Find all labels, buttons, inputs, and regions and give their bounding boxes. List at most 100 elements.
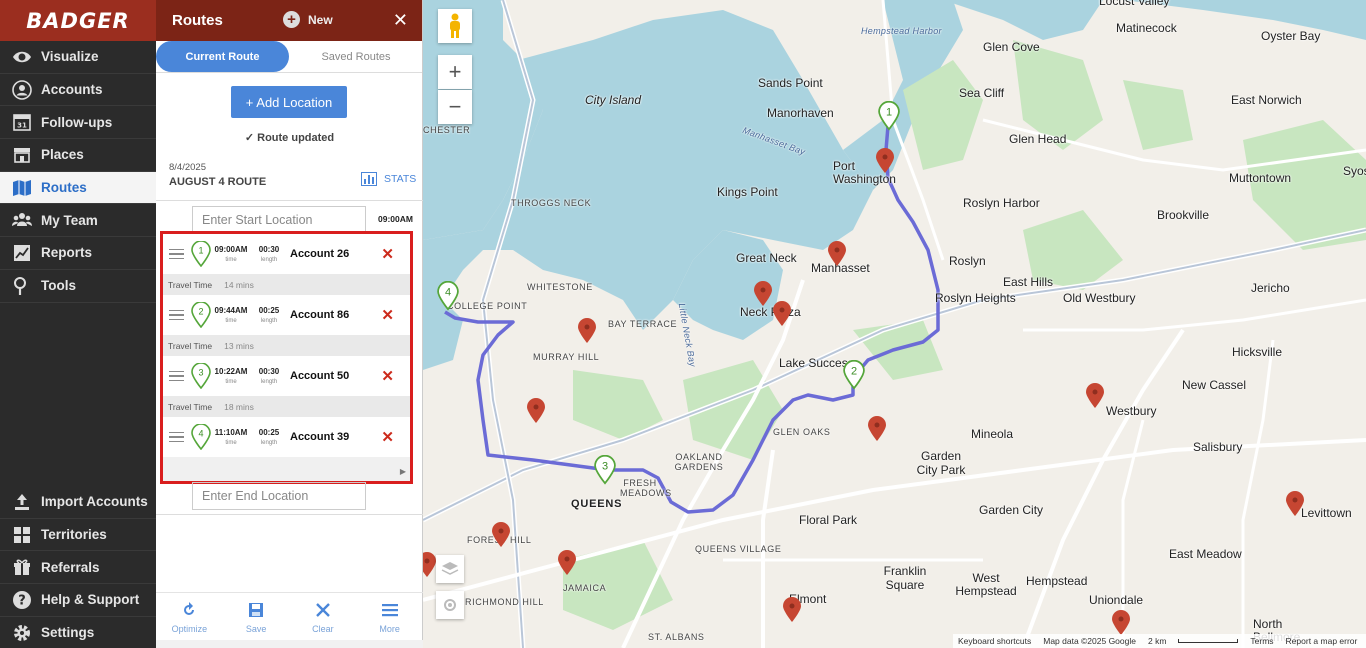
nav-item-follow-ups[interactable]: 31 Follow-ups (0, 106, 156, 140)
time-caption: time (225, 440, 237, 446)
account-pin-icon[interactable] (875, 148, 895, 174)
stop-name[interactable]: Account 86 (290, 309, 381, 321)
stop-row[interactable]: 3 10:22AM time 00:30 length Account 50 ✕ (163, 356, 410, 396)
remove-stop-icon[interactable]: ✕ (381, 306, 394, 324)
nav-item-reports[interactable]: Reports (0, 237, 156, 270)
nav-label: My Team (41, 212, 98, 228)
tab-current-route[interactable]: Current Route (156, 41, 289, 72)
my-location-icon[interactable] (436, 591, 464, 619)
plus-circle-icon: + (283, 11, 300, 28)
map-label: New Cassel (1182, 378, 1247, 392)
end-location-input[interactable]: Enter End Location (192, 482, 366, 510)
add-location-button[interactable]: + Add Location (231, 86, 347, 118)
map-label: Hempstead (1026, 574, 1088, 588)
svg-text:2: 2 (198, 307, 203, 317)
nav-item-accounts[interactable]: Accounts (0, 74, 156, 107)
stop-name[interactable]: Account 26 (290, 248, 381, 260)
close-icon[interactable]: ✕ (393, 10, 408, 31)
account-pin-icon[interactable] (782, 597, 802, 623)
account-pin-icon[interactable] (827, 241, 847, 267)
panel-title: Routes (172, 12, 223, 29)
svg-text:31: 31 (17, 122, 27, 130)
gift-icon (11, 556, 33, 578)
more-button[interactable]: More (356, 593, 423, 640)
remove-stop-icon[interactable]: ✕ (381, 367, 394, 385)
nav-item-places[interactable]: Places (0, 139, 156, 172)
remove-stop-icon[interactable]: ✕ (381, 245, 394, 263)
nav-item-help-support[interactable]: ? Help & Support (0, 584, 156, 617)
account-pin-icon[interactable] (1111, 610, 1131, 636)
stop-name[interactable]: Account 50 (290, 370, 381, 382)
map-view[interactable]: Locust Valley Matinecock Oyster Bay Hemp… (423, 0, 1366, 648)
zoom-in-button[interactable]: + (438, 55, 472, 89)
stop-row[interactable]: 4 11:10AM time 00:25 length Account 39 ✕ (163, 417, 410, 457)
account-pin-icon[interactable] (557, 550, 577, 576)
stats-button[interactable]: STATS (361, 172, 416, 186)
nav-item-visualize[interactable]: Visualize (0, 41, 156, 74)
drag-handle-icon[interactable] (169, 248, 184, 260)
terms-link[interactable]: Terms (1250, 636, 1273, 646)
drag-handle-icon[interactable] (169, 370, 184, 382)
nav-item-my-team[interactable]: My Team (0, 204, 156, 238)
keyboard-shortcuts-link[interactable]: Keyboard shortcuts (958, 636, 1031, 646)
stop-row[interactable]: 1 09:00AM time 00:30 length Account 26 ✕ (163, 234, 410, 274)
remove-stop-icon[interactable]: ✕ (381, 428, 394, 446)
route-stop-pin-1[interactable]: 1 (878, 101, 900, 131)
report-error-link[interactable]: Report a map error (1286, 636, 1358, 646)
map-data-text: Map data ©2025 Google (1043, 636, 1136, 646)
stop-name[interactable]: Account 39 (290, 431, 381, 443)
save-button[interactable]: Save (223, 593, 290, 640)
account-pin-icon[interactable] (753, 281, 773, 307)
account-pin-icon[interactable] (1085, 383, 1105, 409)
travel-time-row: Travel Time 14 mins (163, 274, 410, 295)
drag-handle-icon[interactable] (169, 431, 184, 443)
account-pin-icon[interactable] (423, 552, 437, 578)
scale-label[interactable]: 2 km (1148, 636, 1166, 646)
map-label: ST. ALBANS (648, 632, 705, 642)
account-pin-icon[interactable] (772, 301, 792, 327)
tab-saved-routes[interactable]: Saved Routes (296, 41, 416, 72)
zoom-out-button[interactable]: − (438, 90, 472, 124)
app-root: BADGER Visualize Accounts 31 Follow-ups … (0, 0, 1366, 648)
start-location-input[interactable]: Enter Start Location (192, 206, 366, 234)
clear-button[interactable]: Clear (290, 593, 357, 640)
map-label: Manorhaven (767, 106, 834, 120)
clear-label: Clear (312, 623, 334, 634)
nav-item-referrals[interactable]: Referrals (0, 551, 156, 585)
scroll-right-icon[interactable]: ▶ (400, 467, 406, 476)
new-route-button[interactable]: + New (283, 11, 333, 28)
gear-icon (11, 622, 33, 644)
length-caption: length (260, 379, 278, 385)
route-stop-pin-2[interactable]: 2 (843, 360, 865, 390)
layers-icon[interactable] (436, 555, 464, 583)
stop-row[interactable]: 2 09:44AM time 00:25 length Account 86 ✕ (163, 295, 410, 335)
new-label: New (308, 12, 333, 27)
street-view-pegman-icon[interactable] (438, 9, 472, 43)
optimize-label: Optimize (171, 623, 208, 634)
nav-item-routes[interactable]: Routes (0, 171, 156, 205)
route-stop-pin-4[interactable]: 4 (437, 281, 459, 311)
route-status: ✓ Route updated (156, 131, 423, 144)
account-pin-icon[interactable] (491, 522, 511, 548)
optimize-button[interactable]: Optimize (156, 593, 223, 640)
map-icon (11, 177, 33, 199)
nav-item-territories[interactable]: Territories (0, 519, 156, 552)
drag-handle-icon[interactable] (169, 309, 184, 321)
account-pin-icon[interactable] (577, 318, 597, 344)
green-pin-icon: 4 (191, 424, 211, 450)
travel-value: 18 mins (224, 401, 254, 412)
nav-item-tools[interactable]: Tools (0, 270, 156, 303)
account-pin-icon[interactable] (526, 398, 546, 424)
map-label: East Meadow (1169, 547, 1242, 561)
badger-logo[interactable]: BADGER (0, 0, 156, 41)
nav-item-import-accounts[interactable]: Import Accounts (0, 486, 156, 519)
nav-label: Import Accounts (41, 494, 148, 510)
account-pin-icon[interactable] (1285, 491, 1305, 517)
route-stop-pin-3[interactable]: 3 (594, 455, 616, 485)
map-label: Floral Park (799, 513, 858, 527)
route-name: AUGUST 4 ROUTE (169, 176, 267, 188)
nav-item-settings[interactable]: Settings (0, 617, 156, 648)
account-pin-icon[interactable] (867, 416, 887, 442)
stop-length: 00:30 (258, 245, 280, 254)
length-caption: length (260, 318, 278, 324)
